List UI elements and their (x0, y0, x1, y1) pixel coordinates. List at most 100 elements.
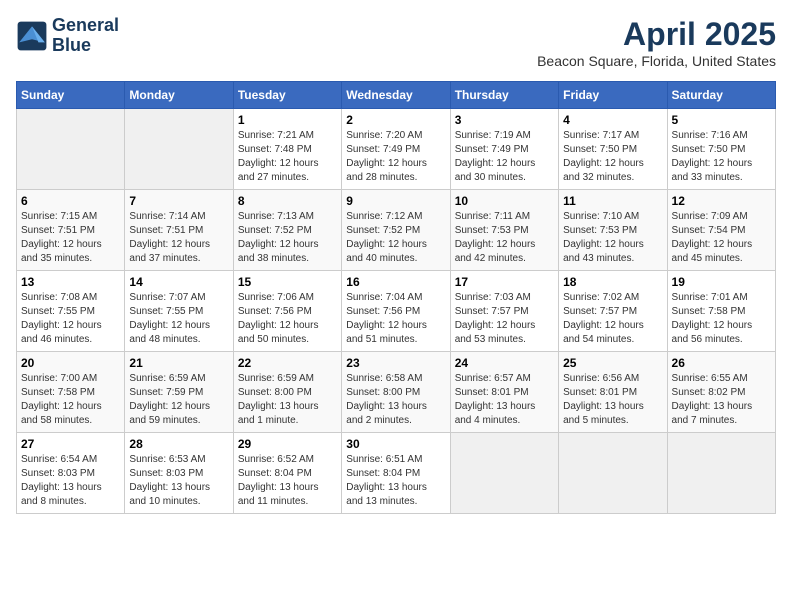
calendar-table: SundayMondayTuesdayWednesdayThursdayFrid… (16, 81, 776, 514)
day-info: Sunrise: 7:19 AMSunset: 7:49 PMDaylight:… (455, 129, 554, 185)
calendar-cell: 11 Sunrise: 7:10 AMSunset: 7:53 PMDayligh… (559, 190, 667, 271)
calendar-cell: 27Sunrise: 6:54 AMSunset: 8:03 PMDayligh… (17, 433, 125, 514)
day-info: Sunrise: 7:17 AMSunset: 7:50 PMDaylight:… (563, 129, 662, 185)
calendar-cell: 30 Sunrise: 6:51 AMSunset: 8:04 PMDayligh… (342, 433, 450, 514)
day-number: 13 (21, 275, 120, 289)
day-info: Sunrise: 7:10 AMSunset: 7:53 PMDaylight:… (563, 210, 662, 266)
day-info: Sunrise: 6:56 AMSunset: 8:01 PMDaylight:… (563, 372, 662, 428)
day-number: 29 (238, 437, 337, 451)
calendar-row: 1Sunrise: 7:21 AMSunset: 7:48 PMDaylight… (17, 109, 776, 190)
calendar-cell: 24 Sunrise: 6:57 AMSunset: 8:01 PMDayligh… (450, 352, 558, 433)
day-info: Sunrise: 7:03 AMSunset: 7:57 PMDaylight:… (455, 291, 554, 347)
calendar-cell: 6Sunrise: 7:15 AMSunset: 7:51 PMDaylight… (17, 190, 125, 271)
calendar-cell (559, 433, 667, 514)
calendar-cell: 2 Sunrise: 7:20 AMSunset: 7:49 PMDaylight… (342, 109, 450, 190)
day-number: 1 (238, 113, 337, 127)
day-info: Sunrise: 7:08 AMSunset: 7:55 PMDaylight:… (21, 291, 120, 347)
calendar-cell: 10 Sunrise: 7:11 AMSunset: 7:53 PMDayligh… (450, 190, 558, 271)
header-row: SundayMondayTuesdayWednesdayThursdayFrid… (17, 82, 776, 109)
day-number: 5 (672, 113, 771, 127)
day-info: Sunrise: 6:58 AMSunset: 8:00 PMDaylight:… (346, 372, 445, 428)
day-info: Sunrise: 6:55 AMSunset: 8:02 PMDaylight:… (672, 372, 771, 428)
subtitle: Beacon Square, Florida, United States (537, 53, 776, 69)
calendar-cell: 9 Sunrise: 7:12 AMSunset: 7:52 PMDaylight… (342, 190, 450, 271)
day-info: Sunrise: 7:07 AMSunset: 7:55 PMDaylight:… (129, 291, 228, 347)
calendar-cell (17, 109, 125, 190)
calendar-cell: 22Sunrise: 6:59 AMSunset: 8:00 PMDayligh… (233, 352, 341, 433)
day-number: 2 (346, 113, 445, 127)
day-number: 7 (129, 194, 228, 208)
day-info: Sunrise: 6:54 AMSunset: 8:03 PMDaylight:… (21, 453, 120, 509)
day-number: 21 (129, 356, 228, 370)
calendar-cell: 29 Sunrise: 6:52 AMSunset: 8:04 PMDayligh… (233, 433, 341, 514)
day-info: Sunrise: 7:11 AMSunset: 7:53 PMDaylight:… (455, 210, 554, 266)
day-number: 6 (21, 194, 120, 208)
calendar-cell: 5 Sunrise: 7:16 AMSunset: 7:50 PMDaylight… (667, 109, 775, 190)
day-info: Sunrise: 7:16 AMSunset: 7:50 PMDaylight:… (672, 129, 771, 185)
calendar-cell: 1Sunrise: 7:21 AMSunset: 7:48 PMDaylight… (233, 109, 341, 190)
title-block: April 2025 Beacon Square, Florida, Unite… (537, 16, 776, 69)
day-info: Sunrise: 7:20 AMSunset: 7:49 PMDaylight:… (346, 129, 445, 185)
calendar-row: 13 Sunrise: 7:08 AMSunset: 7:55 PMDayligh… (17, 271, 776, 352)
day-info: Sunrise: 7:01 AMSunset: 7:58 PMDaylight:… (672, 291, 771, 347)
day-number: 4 (563, 113, 662, 127)
day-number: 26 (672, 356, 771, 370)
day-number: 9 (346, 194, 445, 208)
day-number: 16 (346, 275, 445, 289)
day-number: 24 (455, 356, 554, 370)
day-info: Sunrise: 7:14 AMSunset: 7:51 PMDaylight:… (129, 210, 228, 266)
day-number: 10 (455, 194, 554, 208)
day-number: 12 (672, 194, 771, 208)
calendar-cell: 25 Sunrise: 6:56 AMSunset: 8:01 PMDayligh… (559, 352, 667, 433)
calendar-cell: 28Sunrise: 6:53 AMSunset: 8:03 PMDayligh… (125, 433, 233, 514)
day-number: 15 (238, 275, 337, 289)
day-info: Sunrise: 7:12 AMSunset: 7:52 PMDaylight:… (346, 210, 445, 266)
day-number: 11 (563, 194, 662, 208)
calendar-row: 27Sunrise: 6:54 AMSunset: 8:03 PMDayligh… (17, 433, 776, 514)
day-number: 28 (129, 437, 228, 451)
calendar-cell: 14 Sunrise: 7:07 AMSunset: 7:55 PMDayligh… (125, 271, 233, 352)
calendar-cell: 13 Sunrise: 7:08 AMSunset: 7:55 PMDayligh… (17, 271, 125, 352)
day-header: Friday (559, 82, 667, 109)
day-number: 14 (129, 275, 228, 289)
day-number: 19 (672, 275, 771, 289)
calendar-cell (125, 109, 233, 190)
calendar-cell: 3 Sunrise: 7:19 AMSunset: 7:49 PMDaylight… (450, 109, 558, 190)
calendar-cell: 4 Sunrise: 7:17 AMSunset: 7:50 PMDaylight… (559, 109, 667, 190)
day-info: Sunrise: 7:09 AMSunset: 7:54 PMDaylight:… (672, 210, 771, 266)
day-number: 23 (346, 356, 445, 370)
day-header: Saturday (667, 82, 775, 109)
day-header: Monday (125, 82, 233, 109)
day-info: Sunrise: 6:59 AMSunset: 8:00 PMDaylight:… (238, 372, 337, 428)
logo-text: General Blue (52, 16, 119, 56)
day-info: Sunrise: 6:57 AMSunset: 8:01 PMDaylight:… (455, 372, 554, 428)
main-title: April 2025 (537, 16, 776, 53)
calendar-cell: 17Sunrise: 7:03 AMSunset: 7:57 PMDayligh… (450, 271, 558, 352)
day-number: 3 (455, 113, 554, 127)
calendar-cell: 19 Sunrise: 7:01 AMSunset: 7:58 PMDayligh… (667, 271, 775, 352)
day-info: Sunrise: 7:13 AMSunset: 7:52 PMDaylight:… (238, 210, 337, 266)
day-info: Sunrise: 7:00 AMSunset: 7:58 PMDaylight:… (21, 372, 120, 428)
day-header: Sunday (17, 82, 125, 109)
calendar-cell: 7 Sunrise: 7:14 AMSunset: 7:51 PMDaylight… (125, 190, 233, 271)
calendar-row: 6Sunrise: 7:15 AMSunset: 7:51 PMDaylight… (17, 190, 776, 271)
day-info: Sunrise: 6:52 AMSunset: 8:04 PMDaylight:… (238, 453, 337, 509)
day-number: 25 (563, 356, 662, 370)
day-header: Tuesday (233, 82, 341, 109)
day-number: 18 (563, 275, 662, 289)
calendar-cell: 26 Sunrise: 6:55 AMSunset: 8:02 PMDayligh… (667, 352, 775, 433)
calendar-cell: 12 Sunrise: 7:09 AMSunset: 7:54 PMDayligh… (667, 190, 775, 271)
day-header: Thursday (450, 82, 558, 109)
logo-icon (16, 20, 48, 52)
day-info: Sunrise: 7:04 AMSunset: 7:56 PMDaylight:… (346, 291, 445, 347)
calendar-cell: 21Sunrise: 6:59 AMSunset: 7:59 PMDayligh… (125, 352, 233, 433)
day-number: 20 (21, 356, 120, 370)
day-info: Sunrise: 6:51 AMSunset: 8:04 PMDaylight:… (346, 453, 445, 509)
day-header: Wednesday (342, 82, 450, 109)
calendar-cell: 18Sunrise: 7:02 AMSunset: 7:57 PMDayligh… (559, 271, 667, 352)
day-number: 30 (346, 437, 445, 451)
calendar-row: 20 Sunrise: 7:00 AMSunset: 7:58 PMDayligh… (17, 352, 776, 433)
calendar-cell (667, 433, 775, 514)
calendar-cell: 15Sunrise: 7:06 AMSunset: 7:56 PMDayligh… (233, 271, 341, 352)
calendar-cell (450, 433, 558, 514)
